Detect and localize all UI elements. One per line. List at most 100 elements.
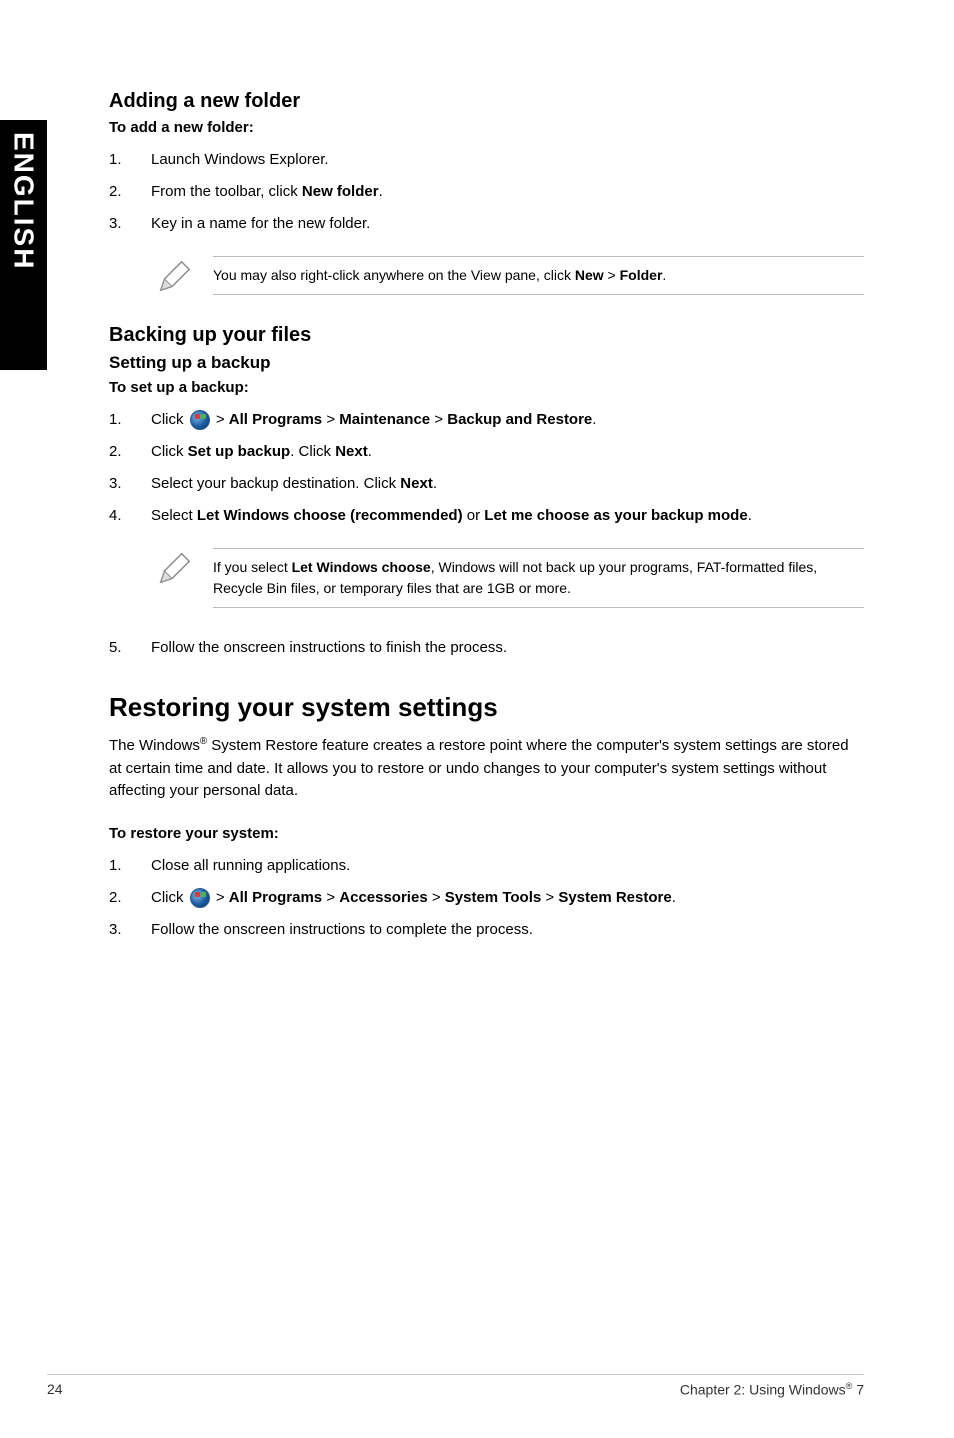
page-container: Adding a new folder To add a new folder:… [0, 0, 954, 1438]
text-bold: New [575, 267, 604, 283]
step-text: Close all running applications. [151, 854, 864, 878]
step-number: 2. [109, 180, 151, 204]
text-fragment: > [604, 267, 620, 283]
text-fragment: . [672, 889, 676, 906]
content-area: Adding a new folder To add a new folder:… [109, 90, 864, 942]
text-fragment: . [592, 411, 596, 428]
text-fragment: . Click [290, 443, 335, 460]
text-fragment: If you select [213, 559, 292, 575]
page-footer: 24 Chapter 2: Using Windows® 7 [47, 1374, 864, 1398]
text-fragment: From the toolbar, click [151, 183, 302, 200]
text-bold: All Programs [229, 889, 322, 906]
text-bold: System Restore [558, 889, 671, 906]
text-bold: Maintenance [339, 411, 430, 428]
step-number: 3. [109, 918, 151, 942]
windows-start-icon [190, 888, 210, 908]
step-text: From the toolbar, click New folder. [151, 180, 864, 204]
pencil-icon [155, 550, 193, 588]
list-item: 1. Launch Windows Explorer. [109, 148, 864, 172]
step-number: 2. [109, 440, 151, 464]
text-fragment: > [428, 889, 445, 906]
text-bold: Folder [620, 267, 663, 283]
steps-backup-continued: 5. Follow the onscreen instructions to f… [109, 636, 864, 660]
text-fragment: . [748, 507, 752, 524]
step-text: Follow the onscreen instructions to comp… [151, 918, 864, 942]
text-fragment: Select [151, 507, 197, 524]
list-item: 4. Select Let Windows choose (recommende… [109, 504, 864, 528]
text-fragment: Chapter 2: Using Windows [680, 1382, 846, 1398]
note-text: If you select Let Windows choose, Window… [213, 548, 864, 608]
text-fragment: or [463, 507, 485, 524]
text-fragment: 7 [852, 1382, 864, 1398]
note-box: If you select Let Windows choose, Window… [155, 548, 864, 608]
list-item: 2. From the toolbar, click New folder. [109, 180, 864, 204]
step-number: 3. [109, 472, 151, 496]
chapter-label: Chapter 2: Using Windows® 7 [680, 1381, 864, 1398]
text-fragment: > [322, 889, 339, 906]
text-bold: All Programs [229, 411, 322, 428]
text-bold: New folder [302, 183, 379, 200]
text-bold: Let me choose as your backup mode [484, 507, 747, 524]
text-bold: Accessories [339, 889, 427, 906]
text-fragment: > [322, 411, 339, 428]
text-bold: Let Windows choose [292, 559, 431, 575]
text-fragment: The Windows [109, 737, 200, 754]
heading-backup: Backing up your files [109, 324, 864, 347]
text-fragment: Click [151, 443, 188, 460]
step-text: Key in a name for the new folder. [151, 212, 864, 236]
list-item: 5. Follow the onscreen instructions to f… [109, 636, 864, 660]
text-fragment: > [212, 889, 229, 906]
subhead-setup-backup: To set up a backup: [109, 379, 864, 396]
text-bold: Backup and Restore [447, 411, 592, 428]
text-fragment: . [368, 443, 372, 460]
heading-adding-folder: Adding a new folder [109, 90, 864, 113]
text-fragment: Click [151, 889, 188, 906]
text-fragment: > [212, 411, 229, 428]
step-text: Follow the onscreen instructions to fini… [151, 636, 864, 660]
step-text: Select Let Windows choose (recommended) … [151, 504, 864, 528]
subhead-restore: To restore your system: [109, 825, 864, 842]
list-item: 1. Click > All Programs > Maintenance > … [109, 408, 864, 432]
step-number: 4. [109, 504, 151, 528]
text-fragment: > [541, 889, 558, 906]
note-box: You may also right-click anywhere on the… [155, 256, 864, 296]
step-number: 3. [109, 212, 151, 236]
heading-restore: Restoring your system settings [109, 692, 864, 723]
step-text: Click Set up backup. Click Next. [151, 440, 864, 464]
note-text: You may also right-click anywhere on the… [213, 256, 864, 295]
list-item: 2. Click Set up backup. Click Next. [109, 440, 864, 464]
list-item: 2. Click > All Programs > Accessories > … [109, 886, 864, 910]
steps-add-folder: 1. Launch Windows Explorer. 2. From the … [109, 148, 864, 236]
step-text: Click > All Programs > Accessories > Sys… [151, 886, 864, 910]
text-fragment: . [433, 475, 437, 492]
text-fragment: > [430, 411, 447, 428]
list-item: 3. Select your backup destination. Click… [109, 472, 864, 496]
subheading-setup-backup: Setting up a backup [109, 353, 864, 373]
text-fragment: . [662, 267, 666, 283]
text-bold: Next [400, 475, 433, 492]
text-bold: System Tools [445, 889, 541, 906]
text-fragment: . [379, 183, 383, 200]
step-number: 5. [109, 636, 151, 660]
registered-mark: ® [200, 736, 207, 747]
step-text: Select your backup destination. Click Ne… [151, 472, 864, 496]
text-fragment: Select your backup destination. Click [151, 475, 400, 492]
windows-start-icon [190, 410, 210, 430]
restore-paragraph: The Windows® System Restore feature crea… [109, 735, 864, 803]
step-text: Launch Windows Explorer. [151, 148, 864, 172]
steps-backup: 1. Click > All Programs > Maintenance > … [109, 408, 864, 528]
step-number: 1. [109, 148, 151, 172]
list-item: 1. Close all running applications. [109, 854, 864, 878]
list-item: 3. Follow the onscreen instructions to c… [109, 918, 864, 942]
list-item: 3. Key in a name for the new folder. [109, 212, 864, 236]
text-fragment: System Restore feature creates a restore… [109, 737, 849, 799]
text-fragment: You may also right-click anywhere on the… [213, 267, 575, 283]
pencil-icon [155, 258, 193, 296]
text-bold: Set up backup [188, 443, 291, 460]
text-bold: Let Windows choose (recommended) [197, 507, 463, 524]
subhead-add-folder: To add a new folder: [109, 119, 864, 136]
step-number: 2. [109, 886, 151, 910]
steps-restore: 1. Close all running applications. 2. Cl… [109, 854, 864, 942]
text-bold: Next [335, 443, 368, 460]
step-number: 1. [109, 854, 151, 878]
